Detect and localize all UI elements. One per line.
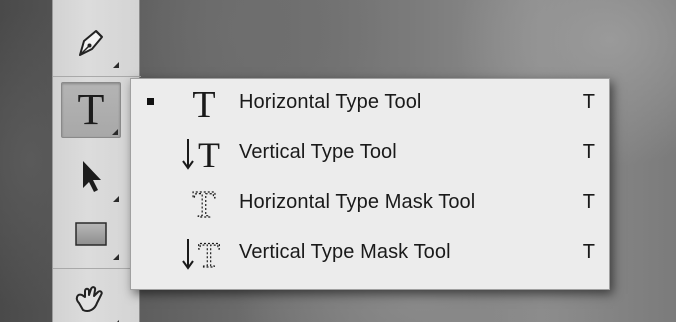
toolbar-divider <box>53 268 141 269</box>
type-tool-button[interactable]: T <box>61 82 121 138</box>
shortcut-key: T <box>582 241 595 263</box>
pen-nib-icon <box>79 30 103 56</box>
menu-item-label: Horizontal Type Mask Tool <box>239 191 476 213</box>
rectangle-icon <box>75 222 107 246</box>
rectangle-tool-button[interactable] <box>61 206 121 262</box>
submenu-indicator <box>113 254 119 260</box>
toolbar-divider <box>53 76 141 77</box>
type-tool-flyout-menu: T Horizontal Type Tool T T Vertical Type… <box>130 78 610 290</box>
hand-icon <box>75 286 103 313</box>
vertical-type-mask-icon: T <box>179 233 229 273</box>
app-window: T T Horizontal Type Tool T T Vertical Ty… <box>0 0 676 322</box>
menu-item-label: Vertical Type Tool <box>239 141 397 163</box>
hand-tool-button[interactable] <box>61 272 121 322</box>
svg-text:T: T <box>192 184 215 223</box>
shortcut-key: T <box>582 191 595 213</box>
vertical-type-icon: T <box>179 133 229 173</box>
shortcut-key: T <box>582 91 595 113</box>
svg-text:T: T <box>198 135 220 173</box>
horizontal-type-mask-icon: T <box>179 183 229 223</box>
submenu-indicator <box>113 62 119 68</box>
menu-item-horizontal-type-tool[interactable]: T Horizontal Type Tool T <box>131 79 609 127</box>
tools-panel: T <box>52 0 141 322</box>
menu-item-horizontal-type-mask-tool[interactable]: T Horizontal Type Mask Tool T <box>131 179 609 227</box>
submenu-indicator <box>113 196 119 202</box>
submenu-indicator <box>112 129 118 135</box>
menu-item-label: Horizontal Type Tool <box>239 91 422 113</box>
type-T-icon: T <box>77 85 105 134</box>
pen-tool-button[interactable] <box>61 14 121 70</box>
horizontal-type-icon: T <box>179 83 229 123</box>
path-selection-tool-button[interactable] <box>61 148 121 204</box>
menu-item-label: Vertical Type Mask Tool <box>239 241 451 263</box>
menu-item-vertical-type-tool[interactable]: T Vertical Type Tool T <box>131 129 609 177</box>
arrow-pointer-icon <box>83 161 101 192</box>
menu-item-vertical-type-mask-tool[interactable]: T Vertical Type Mask Tool T <box>131 229 609 277</box>
svg-text:T: T <box>192 84 215 123</box>
selected-bullet-icon <box>147 98 154 105</box>
shortcut-key: T <box>582 141 595 163</box>
svg-text:T: T <box>198 235 220 273</box>
